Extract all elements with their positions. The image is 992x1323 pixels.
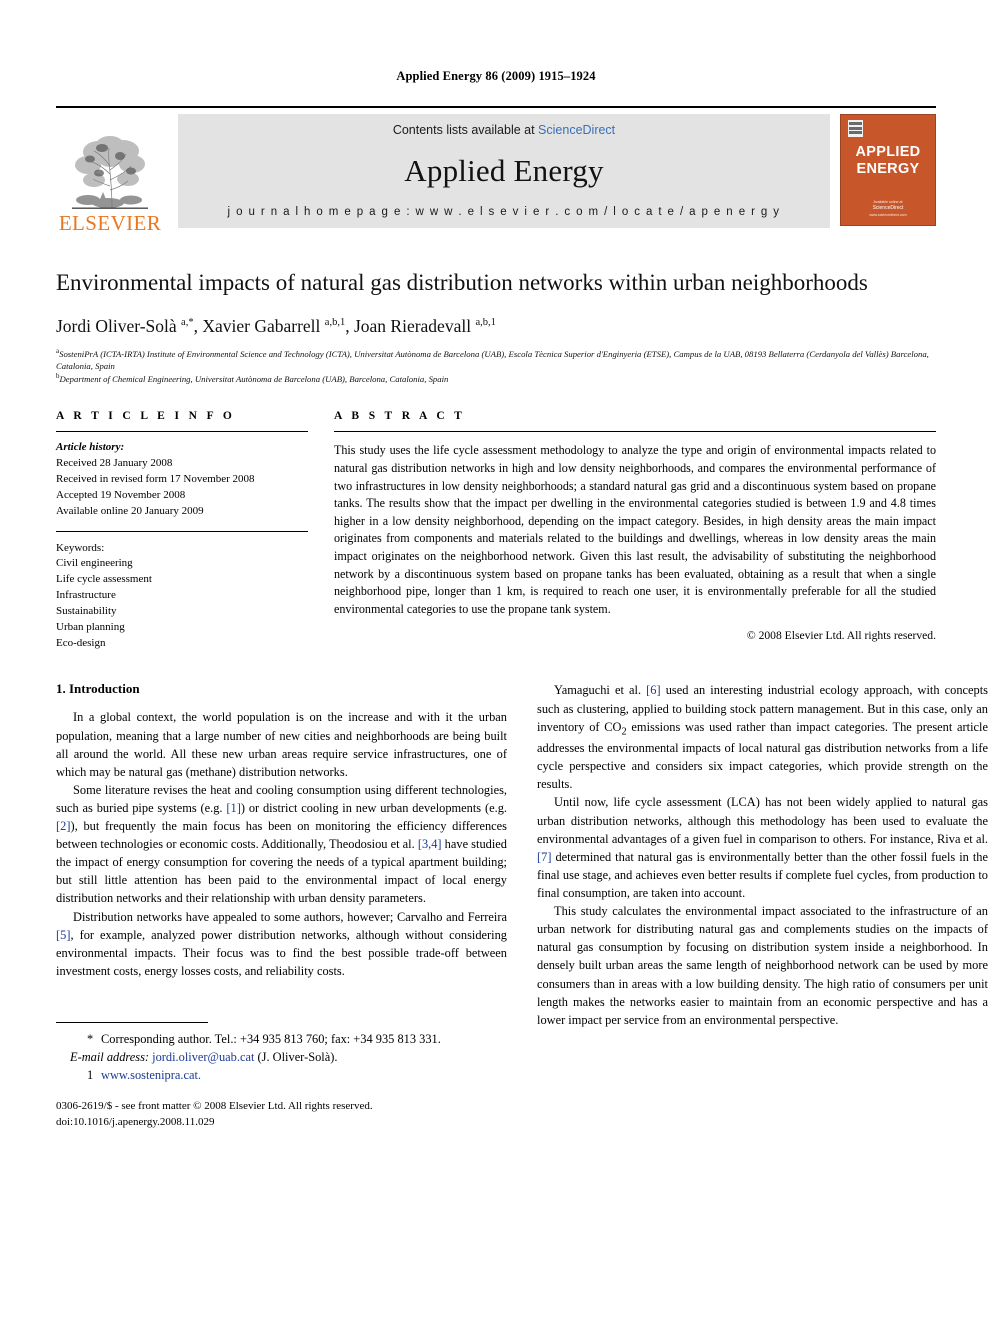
citation-link[interactable]: [7] — [537, 850, 551, 864]
body-paragraph: In a global context, the world populatio… — [56, 710, 507, 779]
cover-title-line2: ENERGY — [856, 161, 920, 178]
elsevier-wordmark: ELSEVIER — [58, 211, 162, 235]
history-item: Available online 20 January 2009 — [56, 504, 204, 517]
paper-page: Applied Energy 86 (2009) 1915–1924 ELSEV… — [0, 0, 992, 1323]
abstract-copyright: © 2008 Elsevier Ltd. All rights reserved… — [746, 629, 936, 643]
history-item: Received 28 January 2008 — [56, 457, 173, 470]
abstract-text: This study uses the life cycle assessmen… — [334, 443, 936, 616]
body-paragraph: Some literature revises the heat and coo… — [56, 782, 507, 906]
abstract-column: A B S T R A C T This study uses the life… — [334, 410, 936, 651]
affiliation-a-text: SosteniPrA (ICTA-IRTA) Institute of Envi… — [56, 348, 929, 371]
citation-link[interactable]: [1] — [226, 801, 240, 815]
body-paragraph: This study calculates the environmental … — [537, 904, 988, 1027]
affiliation-list: aSosteniPrA (ICTA-IRTA) Institute of Env… — [56, 347, 936, 386]
doi-line: doi:10.1016/j.apenergy.2008.11.029 — [56, 1115, 215, 1128]
cover-title-line1: APPLIED — [855, 144, 921, 160]
affiliation-b: bDepartment of Chemical Engineering, Uni… — [56, 372, 936, 385]
journal-title: Applied Energy — [404, 153, 604, 189]
cover-foot-url: www.sciencedirect.com — [869, 212, 907, 217]
abstract-rule — [334, 431, 936, 433]
citation-link[interactable]: [5] — [56, 928, 70, 942]
footnote-email: E-mail address: jordi.oliver@uab.cat (J.… — [56, 1048, 507, 1066]
article-history: Article history: Received 28 January 200… — [56, 440, 308, 519]
keywords-heading: Keywords: — [56, 541, 105, 554]
body-columns: 1. Introduction In a global context, the… — [56, 681, 988, 1130]
cover-mini-logo-icon — [848, 120, 863, 137]
sostenipra-link[interactable]: www.sostenipra.cat. — [101, 1068, 201, 1082]
journal-band: Contents lists available at ScienceDirec… — [178, 114, 830, 228]
body-column-right: Yamaguchi et al. [6] used an interesting… — [537, 681, 988, 1130]
keyword-item: Urban planning — [56, 620, 125, 633]
article-info-rule — [56, 431, 308, 433]
footnote-corresponding-author: * Corresponding author. Tel.: +34 935 813… — [56, 1030, 507, 1048]
journal-homepage[interactable]: j o u r n a l h o m e p a g e : w w w . … — [228, 206, 781, 218]
body-paragraph: Distribution networks have appealed to s… — [56, 909, 507, 978]
page-title: Environmental impacts of natural gas dis… — [56, 270, 868, 295]
keywords-rule — [56, 530, 308, 532]
issn-line: 0306-2619/$ - see front matter © 2008 El… — [56, 1100, 373, 1113]
elsevier-tree-icon — [68, 134, 152, 212]
email-owner: (J. Oliver-Solà). — [257, 1050, 338, 1065]
running-head: Applied Energy 86 (2009) 1915–1924 — [396, 69, 596, 83]
citation-link[interactable]: [2] — [56, 819, 70, 833]
affiliation-a: aSosteniPrA (ICTA-IRTA) Institute of Env… — [56, 347, 936, 373]
keyword-item: Eco-design — [56, 636, 106, 649]
abstract-label: A B S T R A C T — [334, 410, 466, 423]
sciencedirect-link[interactable]: ScienceDirect — [538, 123, 615, 137]
footnote-marker-asterisk: * — [87, 1031, 94, 1046]
article-history-heading: Article history: — [56, 441, 125, 454]
elsevier-logo: ELSEVIER — [56, 108, 164, 234]
body-column-left: 1. Introduction In a global context, the… — [56, 681, 507, 1130]
email-address-label: E-mail address: — [70, 1050, 150, 1065]
history-item: Received in revised form 17 November 200… — [56, 473, 255, 486]
history-item: Accepted 19 November 2008 — [56, 488, 186, 501]
keyword-item: Life cycle assessment — [56, 573, 152, 586]
keywords-block: Keywords: Civil engineering Life cycle a… — [56, 541, 308, 652]
contents-prefix: Contents lists available at — [392, 123, 539, 137]
email-link[interactable]: jordi.oliver@uab.cat — [152, 1050, 254, 1064]
keyword-item: Civil engineering — [56, 557, 133, 570]
author-list: Jordi Oliver-Solà a,*, Xavier Gabarrell … — [56, 315, 496, 336]
footnote-corresponding-text: Corresponding author. Tel.: +34 935 813 … — [101, 1031, 441, 1046]
cover-title: APPLIED ENERGY — [856, 144, 921, 178]
journal-masthead: ELSEVIER Contents lists available at Sci… — [56, 106, 936, 234]
body-paragraph: Until now, life cycle assessment (LCA) h… — [537, 795, 988, 901]
keyword-item: Infrastructure — [56, 589, 116, 602]
cover-foot-sciencedirect: ScienceDirect — [872, 205, 904, 212]
footnotes-block: * Corresponding author. Tel.: +34 935 813… — [56, 1021, 507, 1130]
info-abstract-region: A R T I C L E I N F O Article history: R… — [56, 410, 936, 651]
article-info-column: A R T I C L E I N F O Article history: R… — [56, 410, 308, 651]
citation-link[interactable]: [6] — [646, 683, 660, 697]
body-paragraph: Yamaguchi et al. [6] used an interesting… — [537, 683, 989, 792]
footnote-marker-one: 1 — [87, 1068, 94, 1083]
title-block: Environmental impacts of natural gas dis… — [56, 268, 936, 385]
contents-available-line: Contents lists available at ScienceDirec… — [393, 123, 615, 137]
cover-footer: Available online at ScienceDirect www.sc… — [841, 200, 935, 218]
citation-link[interactable]: [3,4] — [418, 837, 442, 851]
article-info-label: A R T I C L E I N F O — [56, 410, 236, 423]
footnote-rule — [56, 1021, 208, 1023]
journal-cover-thumbnail: APPLIED ENERGY Available online at Scien… — [840, 114, 936, 226]
keyword-item: Sustainability — [56, 604, 117, 617]
section-heading-introduction: 1. Introduction — [56, 681, 140, 697]
footnote-website: 1 www.sostenipra.cat. — [56, 1066, 507, 1084]
issn-doi-block: 0306-2619/$ - see front matter © 2008 El… — [56, 1099, 507, 1130]
affiliation-b-text: Department of Chemical Engineering, Univ… — [59, 374, 449, 385]
